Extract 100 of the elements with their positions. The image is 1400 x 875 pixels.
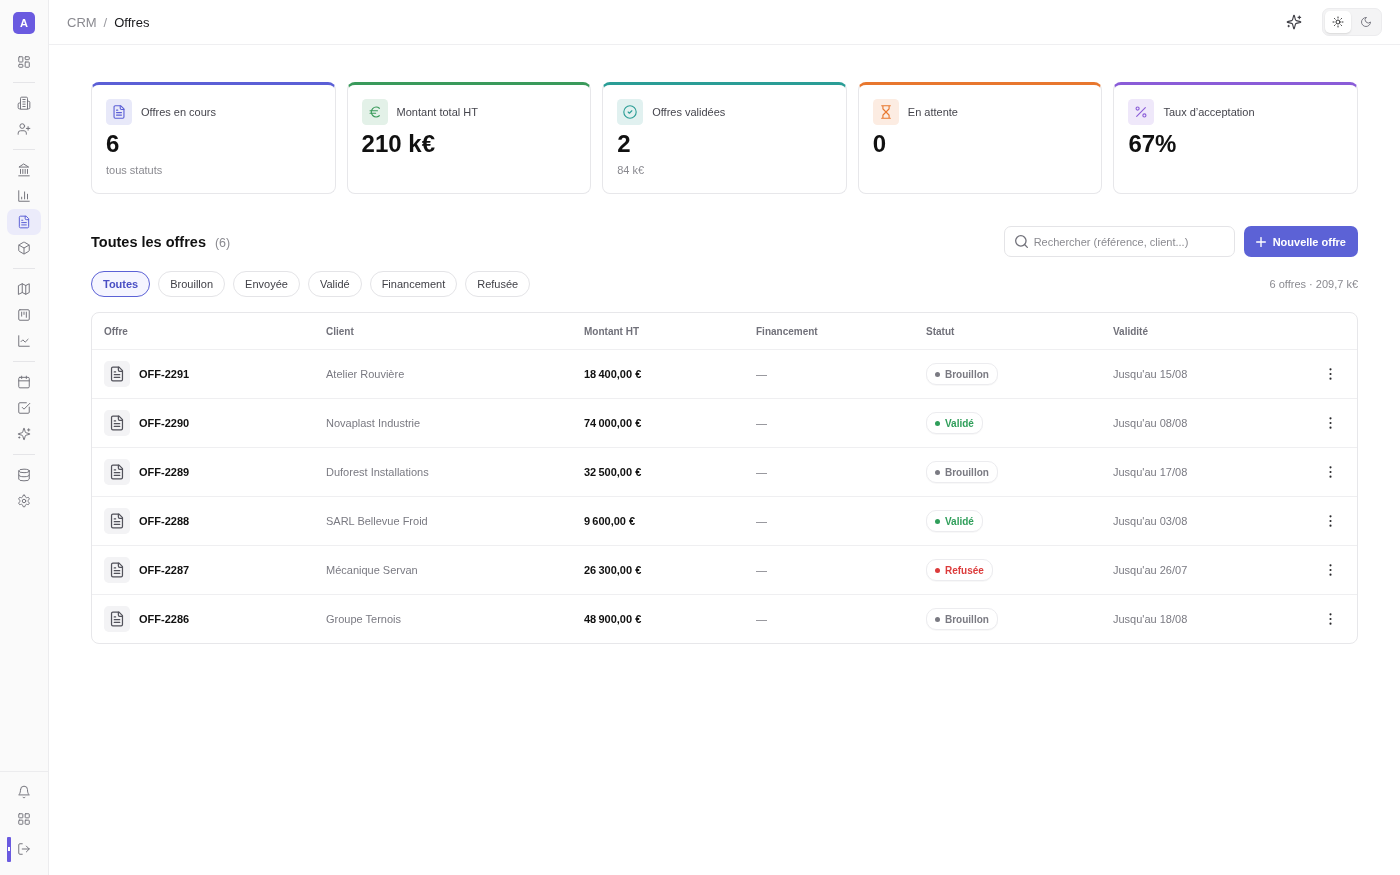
client-name: Duforest Installations [326,466,429,478]
map-icon [17,282,31,296]
column-header: Financement [756,325,818,337]
amount-cell: 32 500,00 € [584,466,642,478]
calendar-icon [17,375,31,389]
box-icon [17,241,31,255]
bank-icon [17,163,31,177]
client-name: Mécanique Servan [326,564,418,576]
kpi-label: Taux d’acceptation [1163,106,1255,118]
percent-icon [1128,99,1155,125]
bell-icon [17,785,31,799]
offer-reference: OFF-2290 [139,417,190,429]
kpi-label: Montant total HT [396,106,478,118]
kpi-label: En attente [907,106,958,118]
offer-reference: OFF-2291 [139,368,190,380]
status-badge: Brouillon [926,461,998,483]
financing-cell: — [756,368,767,380]
kpi-note: 84 k€ [617,164,645,176]
document-icon [104,557,130,583]
amount-cell: 18 400,00 € [584,368,642,380]
column-header: Montant HT [584,325,639,337]
breadcrumb-current: Offres [114,14,150,30]
kpi-value: 6 [106,130,120,158]
client-name: SARL Bellevue Froid [326,515,428,527]
client-name: Atelier Rouvière [326,368,405,380]
kpi-label: Offres validées [652,106,726,118]
validity-cell: Jusqu'au 17/08 [1113,466,1188,478]
filter-chip[interactable]: Brouillon [158,271,226,297]
search-icon [1014,235,1028,248]
search-field[interactable]: Rechercher (référence, client...) [1003,226,1235,257]
more-vertical-icon [1328,613,1332,625]
bar-chart-icon [17,189,31,203]
validity-cell: Jusqu'au 08/08 [1113,417,1188,429]
offer-reference: OFF-2286 [139,613,190,625]
plus-icon [1255,236,1266,247]
validity-cell: Jusqu'au 18/08 [1113,613,1188,625]
resize-handle[interactable] [7,837,11,862]
more-vertical-icon [1328,368,1332,380]
column-header: Validité [1113,325,1148,337]
sparkle-icon [1286,14,1302,30]
building-icon [17,96,31,110]
settings-icon [17,494,31,508]
status-badge: Validé [926,510,983,532]
offer-reference: OFF-2287 [139,564,190,576]
theme-option[interactable] [1325,11,1351,33]
client-name: Novaplast Industrie [326,417,421,429]
logout-icon [17,842,31,856]
new-offer-button[interactable]: Nouvelle offre [1243,226,1358,257]
kpi-label: Offres en cours [141,106,216,118]
document-icon [104,459,130,485]
offers-summary: 6 offres · 209,7 k€ [1269,278,1358,290]
more-vertical-icon [1328,564,1332,576]
kpi-value: 0 [872,130,887,158]
document-icon [104,508,130,534]
line-chart-icon [17,334,31,348]
filter-chip[interactable]: Refusée [465,271,531,297]
filter-chip[interactable]: Validé [307,271,362,297]
sun-icon [1332,16,1344,28]
filter-chip[interactable]: Toutes [91,271,151,297]
validity-cell: Jusqu'au 26/07 [1113,564,1188,576]
layout-icon [17,55,31,69]
filter-chip[interactable]: Envoyée [233,271,300,297]
column-header: Offre [104,325,128,337]
check-square-icon [17,401,31,415]
document-icon [104,361,130,387]
column-header: Statut [926,325,955,337]
breadcrumb-link[interactable]: CRM [67,14,97,30]
amount-cell: 9 600,00 € [584,515,636,527]
document-icon [17,215,31,229]
status-badge: Brouillon [926,363,998,385]
hourglass-icon [872,99,899,125]
offer-reference: OFF-2289 [139,466,190,478]
document-icon [106,99,132,125]
user-plus-icon [17,122,31,136]
grid-icon [17,812,31,826]
database-icon [17,468,31,482]
more-vertical-icon [1328,417,1332,429]
breadcrumb-separator: / [103,14,108,30]
client-name: Groupe Ternois [326,613,401,625]
more-vertical-icon [1328,515,1332,527]
amount-cell: 48 900,00 € [584,613,642,625]
status-badge: Brouillon [926,608,998,630]
kanban-board-icon [17,308,31,322]
document-icon [104,410,130,436]
validity-cell: Jusqu'au 03/08 [1113,515,1188,527]
euro-icon [361,99,388,125]
amount-cell: 26 300,00 € [584,564,642,576]
status-badge: Validé [926,412,983,434]
offer-count: (6) [214,235,231,250]
kpi-value: 67% [1128,130,1177,158]
kpi-value: 210 k€ [361,130,435,158]
financing-cell: — [756,515,767,527]
app-logo[interactable]: A [13,12,35,34]
status-badge: Refusée [926,559,993,581]
filter-chip[interactable]: Financement [369,271,458,297]
validity-cell: Jusqu'au 15/08 [1113,368,1188,380]
amount-cell: 74 000,00 € [584,417,642,429]
sidebar-nav-item[interactable] [7,209,41,235]
kpi-value: 2 [617,130,631,158]
financing-cell: — [756,417,767,429]
